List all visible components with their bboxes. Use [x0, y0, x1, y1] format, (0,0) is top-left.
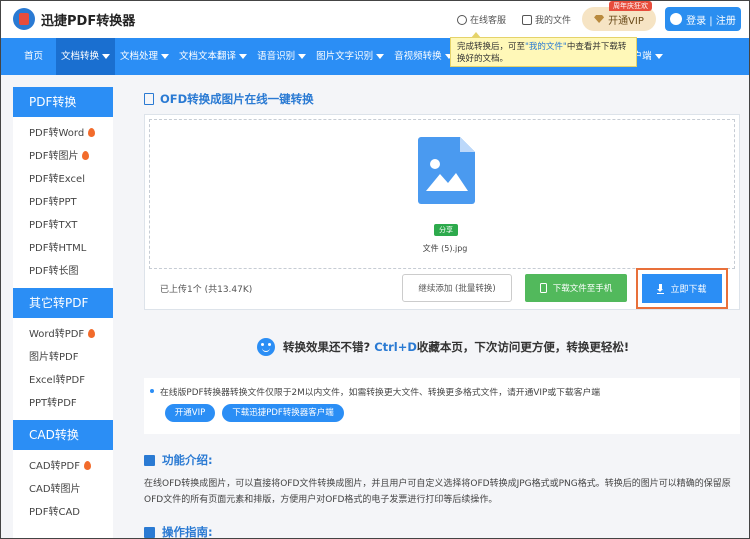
sidebar: PDF转换 PDF转Word PDF转图片 PDF转Excel PDF转PPT …: [13, 87, 113, 538]
my-files-link[interactable]: 我的文件: [522, 13, 571, 26]
sidebar-item-pdf-to-cad[interactable]: PDF转CAD: [13, 501, 113, 524]
nav-item-translate[interactable]: 文档文本翻译: [174, 38, 252, 75]
sidebar-item-excel-to-pdf[interactable]: Excel转PDF: [13, 369, 113, 392]
smile-icon: [257, 338, 275, 356]
user-avatar-icon: [670, 13, 683, 25]
diamond-icon: [594, 15, 605, 23]
sidebar-item-pdf-to-html[interactable]: PDF转HTML: [13, 237, 113, 260]
nav-item-doc-process[interactable]: 文档处理: [115, 38, 174, 75]
caret-down-icon: [239, 54, 248, 59]
download-highlight: 立即下载: [636, 268, 728, 309]
feature-description: 在线OFD转换成图片，可以直接将OFD文件转换成图片，并且用户可自定义选择将OF…: [144, 479, 731, 505]
vip-label: 开通VIP: [608, 15, 644, 27]
nav-item-home[interactable]: 首页: [19, 38, 48, 75]
download-icon: [657, 283, 665, 294]
continue-add-button[interactable]: 继续添加 (批量转换): [402, 274, 512, 302]
caret-down-icon: [298, 54, 307, 59]
my-files-label: 我的文件: [535, 16, 572, 26]
bullet-icon: [150, 389, 154, 393]
login-register-button[interactable]: 登录 | 注册: [665, 7, 741, 31]
online-service-link[interactable]: 在线客服: [457, 13, 506, 26]
share-badge[interactable]: 分享: [434, 224, 458, 236]
sidebar-item-ppt-to-pdf[interactable]: PPT转PDF: [13, 392, 113, 415]
download-now-button[interactable]: 立即下载: [642, 274, 722, 303]
page-frame: 迅捷PDF转换器 在线客服 我的文件 开通VIP 周年庆狂欢 登录 | 注册 首…: [0, 0, 750, 539]
fire-icon: [88, 128, 96, 137]
sidebar-group-cad-convert[interactable]: CAD转换: [13, 420, 113, 450]
sidebar-item-pdf-to-word[interactable]: PDF转Word: [13, 122, 113, 145]
online-service-label: 在线客服: [470, 16, 507, 26]
notice-text: 在线版PDF转换器转换文件仅限于2M以内文件，如需转换更大文件、转换更多格式文件…: [150, 385, 600, 398]
nav-item-doc-convert[interactable]: 文档转换: [56, 38, 116, 75]
sidebar-group-pdf-convert[interactable]: PDF转换: [13, 87, 113, 117]
caret-down-icon: [654, 54, 663, 59]
caret-down-icon: [376, 54, 385, 59]
headset-icon: [457, 14, 467, 25]
nav-item-ocr[interactable]: 图片文字识别: [311, 38, 389, 75]
download-client-button[interactable]: 下载迅捷PDF转换器客户端: [222, 404, 344, 422]
sidebar-item-pdf-to-txt[interactable]: PDF转TXT: [13, 214, 113, 237]
sidebar-item-cad-to-image[interactable]: CAD转图片: [13, 478, 113, 501]
guide-icon: [144, 526, 155, 538]
fire-icon: [84, 461, 92, 470]
fire-icon: [82, 151, 90, 160]
sidebar-group-to-pdf[interactable]: 其它转PDF: [13, 288, 113, 318]
image-file-icon: [418, 137, 475, 204]
sidebar-item-image-to-pdf[interactable]: 图片转PDF: [13, 346, 113, 369]
download-to-phone-button[interactable]: 下载文件至手机: [525, 274, 627, 302]
caret-down-icon: [161, 54, 170, 59]
brand-name[interactable]: 迅捷PDF转换器: [41, 10, 135, 29]
nav-item-speech[interactable]: 语音识别: [252, 38, 311, 75]
page-title: OFD转换成图片在线一键转换: [144, 91, 314, 107]
sidebar-item-pdf-to-ppt[interactable]: PDF转PPT: [13, 191, 113, 214]
file-icon: [522, 14, 532, 25]
file-name: 文件 (5).jpg: [422, 244, 468, 253]
feature-section-title: 功能介绍:: [144, 452, 213, 468]
drop-zone[interactable]: 分享 文件 (5).jpg: [149, 119, 735, 269]
fire-icon: [88, 329, 96, 338]
login-label: 登录 | 注册: [686, 15, 736, 27]
top-header: 迅捷PDF转换器 在线客服 我的文件 开通VIP 周年庆狂欢 登录 | 注册: [1, 1, 749, 38]
guide-section-title: 操作指南:: [144, 524, 213, 538]
sidebar-item-pdf-to-longimage[interactable]: PDF转长图: [13, 260, 113, 283]
sidebar-item-cad-to-pdf[interactable]: CAD转PDF: [13, 455, 113, 478]
bookmark-tip: 转换效果还不错? Ctrl+D收藏本页，下次访问更方便，转换更轻松!: [257, 338, 629, 356]
nav-item-av-convert[interactable]: 音视频转换: [389, 38, 458, 75]
sidebar-item-pdf-to-image[interactable]: PDF转图片: [13, 145, 113, 168]
promo-badge: 周年庆狂欢: [609, 1, 652, 11]
logo-icon[interactable]: [13, 8, 35, 30]
sidebar-item-pdf-to-excel[interactable]: PDF转Excel: [13, 168, 113, 191]
notice-open-vip-button[interactable]: 开通VIP: [165, 404, 215, 422]
caret-down-icon: [102, 54, 111, 59]
document-icon: [144, 93, 154, 105]
sidebar-item-word-to-pdf[interactable]: Word转PDF: [13, 323, 113, 346]
upload-status: 已上传1个 (共13.47K): [160, 285, 253, 295]
download-tooltip: 完成转换后，可至"我的文件"中查看并下载转换好的文档。: [450, 32, 637, 67]
size-notice: 在线版PDF转换器转换文件仅限于2M以内文件，如需转换更大文件、转换更多格式文件…: [144, 378, 740, 434]
feature-icon: [144, 454, 155, 466]
upload-panel: 分享 文件 (5).jpg 已上传1个 (共13.47K) 继续添加 (批量转换…: [144, 114, 740, 310]
phone-icon: [539, 283, 547, 293]
